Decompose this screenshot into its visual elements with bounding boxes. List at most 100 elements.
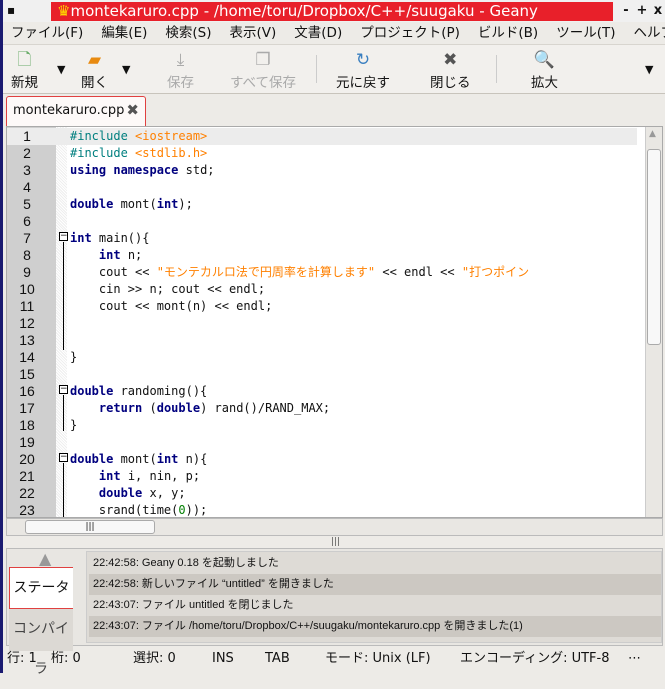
toolbar-separator [496, 55, 497, 83]
fold-marker-icon[interactable]: − [59, 232, 68, 241]
code-line[interactable]: 10 cin >> n; cout << endl; [7, 281, 637, 298]
line-number: 14 [19, 349, 35, 365]
code-text: using namespace std; [70, 162, 215, 179]
status-insert-mode: INS [212, 651, 234, 666]
window-title-text: montekaruro.cpp - /home/toru/Dropbox/C++… [70, 2, 538, 20]
revert-button[interactable]: ↻ 元に戻す [336, 49, 390, 91]
code-line[interactable]: 15 [7, 366, 637, 383]
code-token: n){ [178, 452, 208, 466]
title-bar: ▪ ♛montekaruro.cpp - /home/toru/Dropbox/… [3, 0, 665, 22]
fold-line [63, 395, 64, 431]
vertical-scroll-thumb[interactable] [647, 149, 661, 345]
code-line[interactable]: 8 int n; [7, 247, 637, 264]
code-line[interactable]: 19 [7, 434, 637, 451]
status-selection: 選択: 0 [133, 651, 176, 666]
code-token: #include [70, 129, 136, 143]
code-text: return (double) rand()/RAND_MAX; [70, 400, 330, 417]
vertical-scrollbar[interactable]: ▲ [645, 127, 662, 517]
menu-build[interactable]: ビルド(B) [469, 22, 547, 44]
tab-compiler[interactable]: コンパイラ [9, 609, 73, 677]
new-file-icon: 🗋 [17, 50, 32, 70]
status-more: ⋯ [628, 651, 641, 666]
code-line[interactable]: 22 double x, y; [7, 485, 637, 502]
code-text: int n; [70, 247, 142, 264]
code-line[interactable]: 17 return (double) rand()/RAND_MAX; [7, 400, 637, 417]
menu-tools[interactable]: ツール(T) [547, 22, 624, 44]
menu-document[interactable]: 文書(D) [285, 22, 351, 44]
menu-help[interactable]: ヘルプ( [624, 22, 665, 44]
line-number: 6 [23, 213, 31, 229]
code-line[interactable]: 18} [7, 417, 637, 434]
code-token: double [70, 452, 114, 466]
maximize-button[interactable]: + [635, 3, 649, 18]
line-number: 23 [19, 502, 35, 518]
line-number: 1 [23, 128, 31, 144]
status-column: 桁: 0 [51, 651, 81, 666]
fold-marker-icon[interactable]: − [59, 385, 68, 394]
fold-marker-icon[interactable]: − [59, 453, 68, 462]
code-token: main(){ [91, 231, 150, 245]
code-token: using [70, 163, 107, 177]
open-button[interactable]: ▰ 開く [81, 49, 108, 91]
close-window-button[interactable]: x [651, 3, 665, 18]
new-dropdown-icon[interactable]: ▼ [57, 63, 65, 76]
code-line[interactable]: 7 int main(){ [7, 230, 637, 247]
menu-file[interactable]: ファイル(F) [3, 22, 92, 44]
line-number: 5 [23, 196, 31, 212]
tab-close-icon[interactable]: ✖ [126, 101, 139, 119]
line-number: 7 [23, 230, 31, 246]
toolbar-overflow-icon[interactable]: ▼ [645, 63, 653, 76]
code-text: int i, nin, p; [70, 468, 200, 485]
code-line[interactable]: 9 cout << "モンテカルロ法で円周率を計算します" << endl <<… [7, 264, 637, 281]
line-number: 12 [19, 315, 35, 331]
code-line[interactable]: 16 double randoming(){ [7, 383, 637, 400]
save-button[interactable]: ⤓ 保存 [167, 49, 194, 91]
code-line[interactable]: 1 #include <iostream> [7, 128, 637, 145]
code-text: srand(time(0)); [70, 502, 207, 517]
code-token: int [70, 231, 92, 245]
code-token: double [70, 197, 114, 211]
menu-edit[interactable]: 編集(E) [92, 22, 156, 44]
code-line[interactable]: 20 double mont(int n){ [7, 451, 637, 468]
save-all-button[interactable]: ❐ すべて保存 [230, 49, 296, 91]
zoom-in-button[interactable]: 🔍 拡大 [531, 49, 558, 91]
code-line[interactable]: 13 [7, 332, 637, 349]
horizontal-scroll-thumb[interactable]: ||| [25, 520, 155, 534]
horizontal-scrollbar[interactable]: ||| [6, 518, 663, 536]
code-line[interactable]: 4 [7, 179, 637, 196]
scroll-up-icon[interactable]: ▲ [649, 129, 656, 139]
code-token: ); [178, 197, 193, 211]
save-icon: ⤓ [176, 50, 185, 70]
code-token: 0 [178, 503, 186, 517]
new-button[interactable]: 🗋 新規 [11, 49, 38, 91]
code-token: cout << [70, 265, 157, 279]
open-dropdown-icon[interactable]: ▼ [122, 63, 130, 76]
code-line[interactable]: 6 [7, 213, 637, 230]
code-token: i, nin, p; [120, 469, 201, 483]
code-line[interactable]: 5 double mont(int); [7, 196, 637, 213]
minimize-button[interactable]: - [619, 3, 633, 18]
code-line[interactable]: 11 cout << mont(n) << endl; [7, 298, 637, 315]
code-line[interactable]: 3 using namespace std; [7, 162, 637, 179]
tab-scroll-up-icon[interactable]: ▲ [39, 549, 51, 568]
code-text: #include <stdlib.h> [70, 145, 207, 162]
code-editor[interactable]: 1 #include <iostream> 2 #include <stdlib.h>… [6, 126, 663, 518]
pane-splitter[interactable]: ||| [3, 536, 665, 548]
line-number: 4 [23, 179, 31, 195]
menu-view[interactable]: 表示(V) [221, 22, 286, 44]
code-line[interactable]: 21 int i, nin, p; [7, 468, 637, 485]
code-line[interactable]: 14} [7, 349, 637, 366]
tab-montekaruro-cpp[interactable]: montekaruro.cpp ✖ [6, 96, 146, 126]
close-button[interactable]: ✖ 閉じる [430, 49, 471, 91]
menu-search[interactable]: 検索(S) [156, 22, 220, 44]
menu-project[interactable]: プロジェクト(P) [351, 22, 469, 44]
code-token: ( [142, 401, 157, 415]
window-menu-icon[interactable]: ▪ [7, 3, 15, 17]
code-line[interactable]: 12 [7, 315, 637, 332]
line-number: 9 [23, 264, 31, 280]
code-line[interactable]: 23 srand(time(0)); [7, 502, 637, 518]
window-title: ♛montekaruro.cpp - /home/toru/Dropbox/C+… [51, 2, 613, 21]
tab-status[interactable]: ステータス [9, 567, 73, 636]
zoom-in-icon: 🔍 [533, 50, 556, 70]
code-line[interactable]: 2 #include <stdlib.h> [7, 145, 637, 162]
